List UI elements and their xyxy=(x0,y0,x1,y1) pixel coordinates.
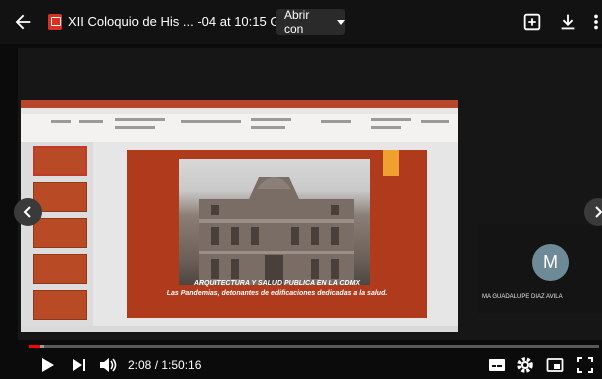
fullscreen-icon[interactable] xyxy=(576,356,594,374)
chevron-down-icon xyxy=(337,19,345,25)
miniplayer-icon[interactable] xyxy=(546,356,564,374)
shared-screen: ARQUITECTURA Y SALUD PUBLICA EN LA CDMX … xyxy=(21,100,458,332)
participant-name: MA GUADALUPE DIAZ AVILA xyxy=(482,294,563,300)
slides-file-icon xyxy=(48,14,62,30)
time-display: 2:08 / 1:50:16 xyxy=(128,358,202,372)
participant-tile: M MA GUADALUPE DIAZ AVILA xyxy=(478,224,602,314)
open-with-label: Abrir con xyxy=(284,8,310,36)
next-file-button[interactable] xyxy=(584,198,602,226)
subtitles-icon[interactable] xyxy=(488,356,506,374)
progress-track[interactable] xyxy=(29,345,599,348)
previous-button[interactable] xyxy=(14,198,42,226)
meeting-stage: ARQUITECTURA Y SALUD PUBLICA EN LA CDMX … xyxy=(18,48,602,340)
building-illustration xyxy=(199,177,354,285)
progress-played xyxy=(29,345,40,348)
slide-thumbnail xyxy=(33,290,87,320)
powerpoint-status-bar xyxy=(21,326,458,332)
slide-thumbnails-panel xyxy=(21,142,93,326)
more-vert-icon[interactable] xyxy=(590,11,602,33)
slide-accent-tab xyxy=(383,150,399,176)
volume-icon[interactable] xyxy=(98,356,118,374)
slide-heading: ARQUITECTURA Y SALUD PUBLICA EN LA CDMX xyxy=(193,280,361,287)
viewer-top-bar: XII Coloquio de His ... -04 at 10:15 GMT… xyxy=(0,0,602,44)
slide-thumbnail xyxy=(33,146,87,176)
slide-thumbnail xyxy=(33,254,87,284)
player-controls: 2:08 / 1:50:16 xyxy=(0,350,602,379)
settings-icon[interactable] xyxy=(516,356,534,374)
download-icon[interactable] xyxy=(557,11,579,33)
powerpoint-ribbon-tabs xyxy=(21,108,458,114)
slide-subheading: Las Pandemias, detonantes de edificacion… xyxy=(166,290,388,297)
slide-canvas: ARQUITECTURA Y SALUD PUBLICA EN LA CDMX … xyxy=(93,142,458,326)
powerpoint-title-bar xyxy=(21,100,458,108)
avatar: M xyxy=(532,244,569,281)
building-photo xyxy=(179,159,370,285)
current-slide: ARQUITECTURA Y SALUD PUBLICA EN LA CDMX … xyxy=(127,150,427,318)
add-comment-icon[interactable] xyxy=(521,11,543,33)
chevron-left-icon xyxy=(23,206,31,218)
play-icon[interactable] xyxy=(38,356,56,374)
next-icon[interactable] xyxy=(70,356,88,374)
back-arrow-icon[interactable] xyxy=(12,11,34,33)
chevron-right-icon xyxy=(595,206,602,218)
open-with-button[interactable]: Abrir con xyxy=(276,8,345,36)
